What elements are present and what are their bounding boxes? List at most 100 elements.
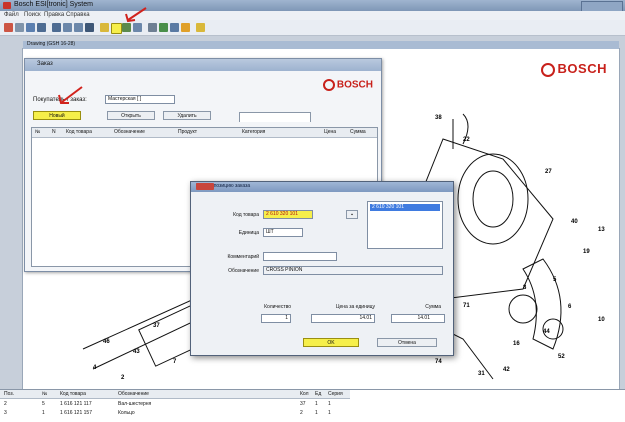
zoom-in-icon[interactable] — [148, 23, 157, 32]
part-label[interactable]: 13 — [598, 227, 605, 233]
window-title: Bosch ESI[tronic] System — [14, 1, 93, 8]
save-icon[interactable] — [52, 23, 61, 32]
find-icon[interactable] — [100, 23, 109, 32]
col-header[interactable]: Сумма — [350, 129, 366, 135]
gear-icon[interactable] — [159, 23, 168, 32]
menu-help[interactable]: Справка — [66, 12, 90, 18]
menu-search[interactable]: Поиск — [24, 12, 41, 18]
part-label[interactable]: 37 — [153, 323, 160, 329]
table-cell: Вал-шестерня — [118, 401, 152, 407]
table-cell: 1 — [315, 401, 318, 407]
part-label[interactable]: 19 — [583, 249, 590, 255]
part-label[interactable]: 22 — [463, 137, 470, 143]
tab-strip[interactable] — [239, 112, 311, 122]
col-header[interactable]: Категория — [242, 129, 265, 135]
part-label[interactable]: 6 — [568, 304, 571, 310]
col-header[interactable]: Поз. — [4, 391, 14, 397]
add-icon[interactable] — [85, 23, 94, 32]
filter-icon[interactable] — [181, 23, 190, 32]
part-label[interactable]: 43 — [133, 349, 140, 355]
table-cell: Кольцо — [118, 410, 135, 416]
col-header[interactable]: Серия — [328, 391, 343, 397]
open-order-button[interactable]: Открыть — [107, 111, 155, 120]
col-header[interactable]: Ед — [315, 391, 321, 397]
unit-label: Единица — [238, 230, 259, 236]
description-field: CROSS PINION — [263, 266, 443, 275]
cart-icon[interactable] — [111, 23, 122, 34]
col-header[interactable]: N — [52, 129, 56, 135]
table-cell: 2 — [300, 410, 303, 416]
quantity-field[interactable]: 1 — [261, 314, 291, 323]
print-icon[interactable] — [15, 23, 24, 32]
table-cell: 1 — [328, 410, 331, 416]
list-item[interactable]: 2 610 320 101 — [370, 204, 440, 211]
grid-icon[interactable] — [63, 23, 72, 32]
back-icon[interactable] — [37, 23, 46, 32]
lookup-button[interactable]: ▪ — [346, 210, 358, 219]
window-titlebar: Bosch ESI[tronic] System — [0, 0, 625, 12]
image-icon[interactable] — [122, 23, 131, 32]
parts-list-header: Поз. № Код товара Обозначение Кол Ед Сер… — [0, 390, 350, 399]
new-order-button[interactable]: Новый — [33, 111, 81, 120]
part-label[interactable]: 4 — [93, 365, 96, 371]
customer-combo[interactable]: Мастерская [ ] — [105, 95, 175, 104]
col-header[interactable]: Обозначение — [114, 129, 145, 135]
part-label[interactable]: 16 — [513, 341, 520, 347]
col-header[interactable]: Продукт — [178, 129, 197, 135]
menu-edit[interactable]: Правка — [44, 12, 64, 18]
home-icon[interactable] — [26, 23, 35, 32]
comment-field[interactable] — [263, 252, 337, 261]
part-label[interactable]: 2 — [121, 375, 124, 381]
table-cell: 3 — [4, 410, 7, 416]
part-label[interactable]: 7 — [173, 359, 176, 365]
col-header[interactable]: Кол — [300, 391, 309, 397]
menu-file[interactable]: Файл — [4, 12, 19, 18]
dialog-titlebar: Ввести позицию заказа — [191, 182, 453, 192]
total-label: Сумма — [425, 304, 441, 310]
annotation-arrow-new — [58, 86, 83, 104]
part-label[interactable]: 27 — [545, 169, 552, 175]
col-header[interactable]: Цена — [324, 129, 336, 135]
part-label[interactable]: 31 — [478, 371, 485, 377]
close-icon[interactable] — [196, 183, 214, 190]
list-icon[interactable] — [74, 23, 83, 32]
col-header[interactable]: № — [42, 391, 47, 397]
total-field: 14.01 — [391, 314, 445, 323]
table-cell: 5 — [42, 401, 45, 407]
part-number-label: Код товара — [233, 212, 259, 218]
drawing-titlebar: Drawing (GSH 16-28) — [23, 41, 619, 49]
delete-order-button[interactable]: Удалить — [163, 111, 211, 120]
table-cell: 1 — [42, 410, 45, 416]
unit-select[interactable]: ШТ — [263, 228, 303, 237]
part-label[interactable]: 44 — [543, 329, 550, 335]
table-cell: 1 — [328, 401, 331, 407]
refresh-icon[interactable] — [170, 23, 179, 32]
part-label[interactable]: 40 — [571, 219, 578, 225]
part-label[interactable]: 38 — [435, 115, 442, 121]
unit-price-label: Цена за единицу — [335, 304, 375, 310]
part-number-list[interactable]: 2 610 320 101 — [367, 201, 443, 249]
parts-list-grid[interactable]: Поз. № Код товара Обозначение Кол Ед Сер… — [0, 389, 625, 422]
order-grid-header: № N Код товара Обозначение Продукт Катег… — [32, 128, 377, 138]
part-label[interactable]: 8 — [523, 285, 526, 291]
col-header[interactable]: Обозначение — [118, 391, 149, 397]
add-order-item-dialog: Ввести позицию заказа Код товара 2 610 3… — [190, 181, 454, 356]
part-label[interactable]: 74 — [435, 359, 442, 365]
part-label[interactable]: 5 — [553, 277, 556, 283]
part-label[interactable]: 42 — [503, 367, 510, 373]
part-label[interactable]: 46 — [103, 339, 110, 345]
table-cell: 1 — [315, 410, 318, 416]
bosch-logo-small: BOSCH — [322, 79, 373, 91]
zoom-icon[interactable] — [133, 23, 142, 32]
quantity-label: Количество — [264, 304, 291, 310]
col-header[interactable]: Код товара — [60, 391, 86, 397]
col-header[interactable]: № — [35, 129, 40, 135]
part-label[interactable]: 10 — [598, 317, 605, 323]
part-label[interactable]: 71 — [463, 303, 470, 309]
part-label[interactable]: 52 — [558, 354, 565, 360]
col-header[interactable]: Код товара — [66, 129, 92, 135]
ok-button[interactable]: OK — [303, 338, 359, 347]
help-icon[interactable] — [196, 23, 205, 32]
part-number-field[interactable]: 2 610 320 101 — [263, 210, 313, 219]
cancel-button[interactable]: Отмена — [377, 338, 437, 347]
